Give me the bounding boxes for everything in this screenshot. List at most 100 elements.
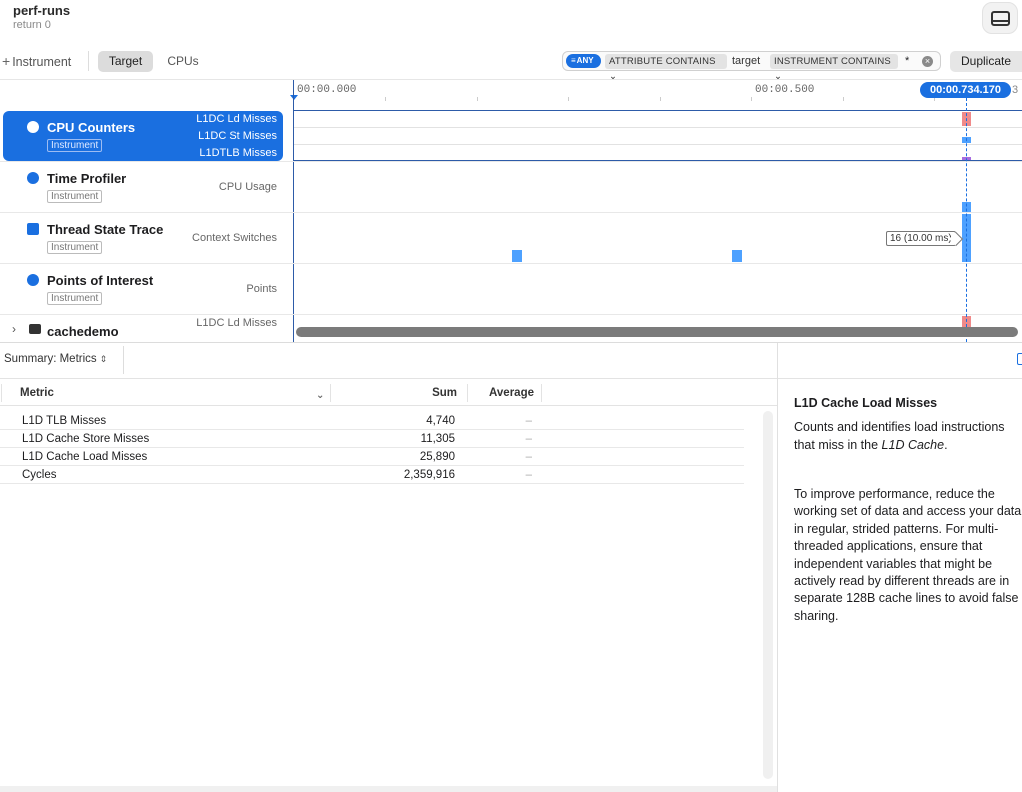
instrument-tag: Instrument (47, 190, 103, 203)
sum-cell: 4,740 (426, 415, 455, 427)
average-cell: – (525, 451, 532, 463)
ruler-tick (843, 97, 844, 101)
lane-divider (294, 127, 1022, 128)
bottom-panel-icon (991, 11, 1010, 26)
table-row[interactable]: L1D Cache Store Misses 11,305 – (0, 430, 744, 448)
instrument-metric: L1DC Ld Misses (196, 113, 277, 125)
pane-divider[interactable] (0, 342, 1022, 343)
summary-divider (123, 346, 124, 374)
column-divider (1, 384, 2, 402)
pin-icon (27, 274, 39, 286)
filter-mode-pill[interactable]: ≡ANY (566, 54, 601, 68)
summary-bottom-divider (0, 378, 777, 379)
column-divider[interactable] (541, 384, 542, 402)
instrument-metric: L1DTLB Misses (199, 147, 277, 159)
ruler-time-label: 00:00.000 (297, 84, 357, 96)
terminal-icon (29, 324, 41, 334)
tab-cpus[interactable]: CPUs (164, 51, 202, 72)
instrument-tag: Instrument (47, 292, 103, 305)
sort-chevron-icon[interactable]: ⌄ (316, 387, 324, 409)
instrument-row-cachedemo[interactable]: cachedemo L1DC Ld Misses (3, 315, 283, 342)
average-cell: – (525, 433, 532, 445)
column-header-sum[interactable]: Sum (334, 384, 457, 406)
toggle-panel-button[interactable] (982, 2, 1018, 34)
instrument-name: Time Profiler (47, 171, 127, 186)
instrument-name: Thread State Trace (47, 222, 164, 237)
filter-icon: ≡ (571, 56, 576, 65)
instrument-metric: Points (246, 283, 277, 295)
chevron-right-icon[interactable]: › (12, 322, 16, 336)
column-divider[interactable] (330, 384, 331, 402)
cpu-counters-lane[interactable] (294, 110, 1022, 161)
plus-icon: + (2, 53, 11, 69)
sum-cell: 2,359,916 (403, 469, 455, 481)
detail-panel-divider[interactable] (777, 343, 778, 792)
track-mark[interactable] (732, 250, 742, 262)
instrument-metric: L1DC Ld Misses (196, 317, 277, 329)
sum-cell: 25,890 (419, 451, 455, 463)
ruler-tick (385, 97, 386, 101)
summary-selector[interactable]: Summary: Metrics ⇕ (4, 353, 107, 365)
column-header-average[interactable]: Average (470, 384, 534, 406)
instrument-metric: Context Switches (192, 232, 277, 244)
instrument-metric: CPU Usage (218, 181, 277, 193)
ruler-tick (477, 97, 478, 101)
table-row[interactable]: L1D TLB Misses 4,740 – (0, 412, 744, 430)
inspector-toggle-icon[interactable] (1017, 353, 1022, 365)
column-header-metric[interactable]: Metric (20, 384, 54, 406)
detail-top-divider (778, 378, 1022, 379)
ruler-tick (568, 97, 569, 101)
track-mark[interactable] (512, 250, 522, 262)
tab-target[interactable]: Target (98, 51, 153, 72)
ruler-start-marker[interactable] (290, 95, 298, 100)
average-cell: – (525, 469, 532, 481)
detail-title: L1D Cache Load Misses (794, 396, 938, 410)
detail-description: Counts and identifies load instructions … (794, 420, 1005, 452)
window-subtitle: return 0 (13, 19, 51, 31)
table-row[interactable]: L1D Cache Load Misses 25,890 – (0, 448, 744, 466)
column-divider[interactable] (467, 384, 468, 402)
average-cell: – (525, 415, 532, 427)
metric-cell: Cycles (22, 469, 57, 481)
instrument-row-thread-state-trace[interactable]: Thread State Trace Instrument Context Sw… (3, 213, 283, 263)
clock-icon (27, 172, 39, 184)
up-down-chevron-icon: ⇕ (99, 354, 108, 364)
lane-callout: 16 (10.00 ms) (886, 231, 956, 246)
instrument-row-time-profiler[interactable]: Time Profiler Instrument CPU Usage (3, 162, 283, 212)
cpu-counter-icon (27, 121, 39, 133)
filter-token-instrument[interactable]: INSTRUMENT CONTAINS ⌄ (770, 54, 898, 82)
filter-token-attribute[interactable]: ATTRIBUTE CONTAINS ⌄ (605, 54, 727, 82)
table-horizontal-scrollbar[interactable] (0, 786, 777, 792)
ruler-time-label: 00:00.500 (755, 84, 815, 96)
metric-cell: L1D Cache Load Misses (22, 451, 148, 463)
clear-filter-icon[interactable]: × (922, 56, 933, 67)
instrument-tag: Instrument (47, 241, 103, 254)
instrument-tag: Instrument (47, 139, 103, 152)
add-instrument-label: Instrument (12, 55, 72, 69)
instrument-metric: L1DC St Misses (198, 130, 277, 142)
ruler-tick (751, 97, 752, 101)
instrument-row-points-of-interest[interactable]: Points of Interest Instrument Points (3, 264, 283, 314)
filter-bar[interactable]: ≡ANY ATTRIBUTE CONTAINS ⌄ target INSTRUM… (562, 51, 941, 82)
playhead-time[interactable]: 00:00.734.170 (920, 82, 1011, 98)
filter-token-attribute-value[interactable]: target (732, 54, 760, 69)
sum-cell: 11,305 (420, 433, 455, 445)
table-vertical-scrollbar[interactable] (763, 411, 773, 779)
duplicate-button[interactable]: Duplicate (950, 51, 1022, 72)
instrument-row-cpu-counters[interactable]: CPU Counters Instrument L1DC Ld Misses L… (3, 111, 283, 161)
table-row[interactable]: Cycles 2,359,916 – (0, 466, 744, 484)
filter-token-instrument-value[interactable]: * (905, 54, 909, 69)
thread-icon (27, 223, 39, 235)
window-title: perf-runs (13, 3, 71, 18)
lane-divider (294, 144, 1022, 145)
metric-cell: L1D TLB Misses (22, 415, 107, 427)
timeline-horizontal-scrollbar[interactable] (296, 327, 1018, 337)
ruler-tick (660, 97, 661, 101)
ruler-overflow-label: 3 (1012, 84, 1019, 96)
add-instrument-button[interactable]: + Instrument (2, 53, 71, 69)
instrument-name: CPU Counters (47, 120, 136, 135)
detail-guidance: To improve performance, reduce the worki… (794, 487, 1022, 623)
ruler-top-divider (0, 79, 1022, 80)
chevron-down-icon: ⌄ (774, 71, 783, 82)
table-header: Metric ⌄ Sum Average (0, 384, 777, 406)
